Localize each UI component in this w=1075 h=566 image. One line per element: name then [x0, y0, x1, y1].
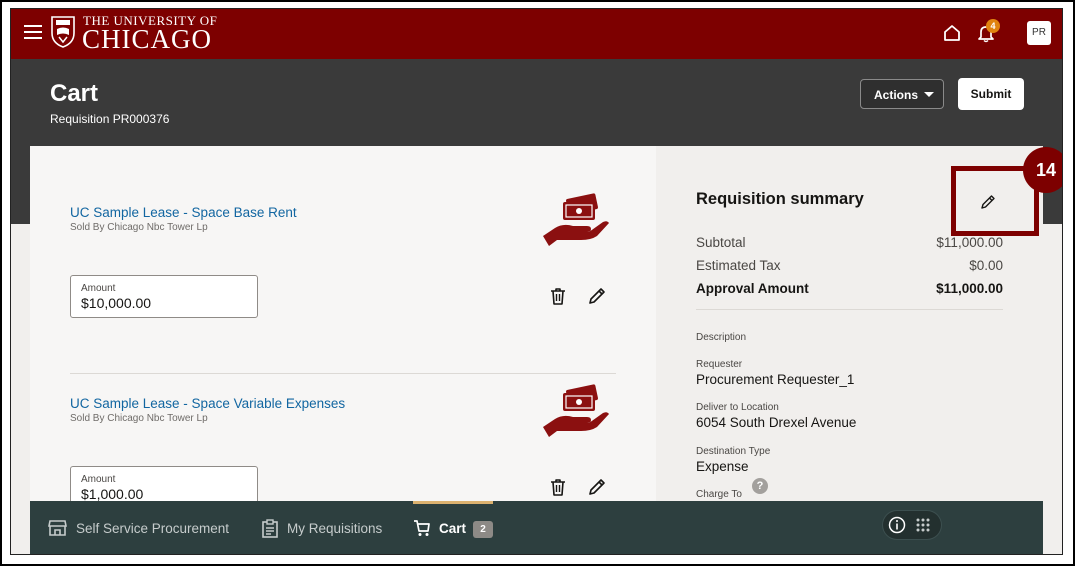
summary-title: Requisition summary — [696, 190, 864, 208]
pencil-icon[interactable] — [587, 477, 607, 497]
chevron-down-icon — [924, 92, 934, 97]
pencil-icon[interactable] — [587, 286, 607, 306]
divider — [696, 309, 1003, 310]
tax-label: Estimated Tax — [696, 258, 781, 273]
home-icon[interactable] — [942, 23, 962, 43]
submit-button[interactable]: Submit — [958, 78, 1024, 110]
description-label: Description — [696, 332, 747, 343]
subtotal-value: $11,000.00 — [936, 235, 1003, 250]
info-launcher[interactable] — [883, 511, 941, 539]
item-seller: Sold By Chicago Nbc Tower Lp — [70, 413, 208, 424]
nav-label: Self Service Procurement — [76, 521, 230, 536]
hand-money-icon — [543, 384, 609, 437]
active-tab-indicator — [413, 501, 493, 504]
top-bar: THE UNIVERSITY OF CHICAGO 4 PR — [11, 9, 1062, 59]
amount-label: Amount — [81, 474, 116, 485]
app-window: THE UNIVERSITY OF CHICAGO 4 PR Cart Requ… — [10, 8, 1063, 555]
logo-text-line2[interactable]: CHICAGO — [82, 24, 212, 54]
nav-self-service-procurement[interactable]: Self Service Procurement — [48, 501, 238, 554]
tax-value: $0.00 — [969, 258, 1003, 273]
cart-line-item: UC Sample Lease - Space Base Rent Sold B… — [30, 146, 656, 341]
trash-icon[interactable] — [548, 477, 568, 497]
actions-button[interactable]: Actions — [860, 79, 944, 109]
approval-amount-label: Approval Amount — [696, 281, 809, 296]
info-icon — [888, 516, 906, 534]
actions-button-label: Actions — [874, 88, 919, 102]
help-icon[interactable]: ? — [752, 478, 768, 494]
item-title-link[interactable]: UC Sample Lease - Space Base Rent — [70, 205, 297, 220]
nav-label: My Requisitions — [287, 521, 383, 536]
cart-lines: UC Sample Lease - Space Base Rent Sold B… — [30, 146, 656, 554]
nav-my-requisitions[interactable]: My Requisitions — [261, 501, 401, 554]
requester-label: Requester — [696, 359, 743, 370]
item-seller: Sold By Chicago Nbc Tower Lp — [70, 222, 208, 233]
amount-input[interactable]: Amount $10,000.00 — [70, 275, 258, 318]
cart-content: UC Sample Lease - Space Base Rent Sold B… — [30, 146, 1043, 554]
hand-money-icon — [543, 193, 609, 246]
amount-value: $1,000.00 — [81, 486, 144, 502]
bottom-navigation: Self Service Procurement My Requisitions… — [30, 501, 1043, 554]
requisition-number: Requisition PR000376 — [50, 112, 170, 126]
university-shield-icon — [51, 16, 75, 48]
subtotal-label: Subtotal — [696, 235, 746, 250]
destination-type-label: Destination Type — [696, 446, 771, 457]
avatar[interactable]: PR — [1027, 21, 1051, 45]
cart-icon — [414, 520, 430, 536]
amount-label: Amount — [81, 283, 116, 294]
cart-count-badge: 2 — [473, 521, 493, 538]
requester-value: Procurement Requester_1 — [696, 372, 855, 387]
destination-type-value: Expense — [696, 459, 749, 474]
grid-apps-icon — [916, 518, 930, 532]
step-callout-badge: 14 — [1023, 147, 1062, 193]
nav-label: Cart — [439, 521, 467, 536]
deliver-to-label: Deliver to Location — [696, 402, 779, 413]
deliver-to-value: 6054 South Drexel Avenue — [696, 415, 857, 430]
page-title: Cart — [50, 80, 99, 107]
charge-to-label: Charge To — [696, 489, 742, 500]
clipboard-icon — [262, 519, 278, 538]
hamburger-menu-icon[interactable] — [24, 25, 42, 39]
approval-amount-value: $11,000.00 — [936, 281, 1003, 296]
amount-value: $10,000.00 — [81, 295, 152, 311]
trash-icon[interactable] — [548, 286, 568, 306]
item-title-link[interactable]: UC Sample Lease - Space Variable Expense… — [70, 396, 345, 411]
notification-count-badge: 4 — [986, 19, 1000, 33]
store-icon — [48, 520, 67, 536]
